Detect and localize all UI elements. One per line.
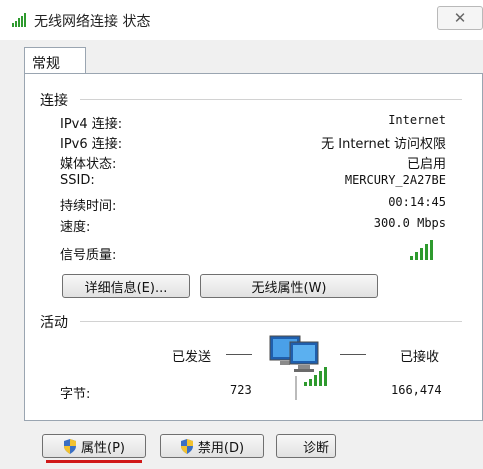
activity-group-label: 活动 [40, 315, 68, 331]
bytes-label: 字节: [60, 387, 91, 402]
signal-quality-icon [410, 240, 436, 260]
window-title: 无线网络连接 状态 [34, 14, 151, 30]
uac-shield-icon [180, 438, 193, 454]
ipv4-value: Internet [388, 113, 446, 127]
signal-bar [410, 256, 413, 260]
activity-divider [80, 321, 462, 322]
connection-divider [80, 99, 462, 100]
sent-label: 已发送 [172, 350, 212, 365]
properties-highlight-underline [46, 460, 142, 463]
ssid-label: SSID: [60, 173, 95, 188]
title-bar: 无线网络连接 状态 ✕ [0, 0, 483, 40]
duration-value: 00:14:45 [388, 195, 446, 209]
ipv4-row: IPv4 连接: Internet [60, 113, 446, 133]
media-state-row: 媒体状态: 已启用 [60, 153, 446, 173]
duration-row: 持续时间: 00:14:45 [60, 195, 446, 215]
signal-bar [430, 240, 433, 260]
received-label: 已接收 [400, 350, 440, 365]
sent-dash [226, 354, 252, 355]
wireless-properties-button[interactable]: 无线属性(W) [200, 274, 378, 298]
ipv6-row: IPv6 连接: 无 Internet 访问权限 [60, 133, 446, 153]
signal-bar [425, 244, 428, 260]
speed-label: 速度: [60, 220, 91, 235]
duration-label: 持续时间: [60, 199, 117, 214]
uac-shield-icon [64, 438, 76, 454]
diagnose-button[interactable]: 诊断 [276, 434, 336, 458]
connection-group-label: 连接 [40, 93, 68, 109]
signal-label: 信号质量: [60, 248, 117, 263]
media-state-label: 媒体状态: [60, 157, 117, 172]
properties-button[interactable]: 属性(P) [42, 434, 146, 458]
wifi-signal-icon [12, 13, 28, 27]
properties-button-label: 属性(P) [81, 440, 125, 456]
ipv4-label: IPv4 连接: [60, 117, 123, 132]
close-button[interactable]: ✕ [437, 6, 483, 30]
close-icon: ✕ [453, 9, 467, 27]
bytes-received-value: 166,474 [391, 383, 442, 397]
signal-bar [415, 252, 418, 260]
ipv6-value: 无 Internet 访问权限 [321, 137, 446, 152]
speed-row: 速度: 300.0 Mbps [60, 216, 446, 236]
signal-row: 信号质量: [60, 244, 446, 264]
diagnose-button-label: 诊断 [303, 440, 330, 456]
speed-value: 300.0 Mbps [373, 216, 446, 230]
network-computers-icon [269, 335, 327, 400]
ipv6-label: IPv6 连接: [60, 137, 123, 152]
signal-bar [420, 248, 423, 260]
details-button-label: 详细信息(E)... [84, 280, 168, 296]
details-button[interactable]: 详细信息(E)... [62, 274, 190, 298]
ssid-value: MERCURY_2A27BE [344, 173, 446, 187]
wireless-properties-button-label: 无线属性(W) [251, 280, 327, 296]
media-state-value: 已启用 [406, 157, 446, 172]
tab-general[interactable]: 常规 [24, 47, 86, 74]
disable-button[interactable]: 禁用(D) [160, 434, 264, 458]
bytes-sent-value: 723 [230, 383, 252, 397]
received-dash [340, 354, 366, 355]
tab-general-label: 常规 [32, 56, 60, 72]
ssid-row: SSID: MERCURY_2A27BE [60, 173, 446, 193]
disable-button-label: 禁用(D) [197, 440, 245, 456]
